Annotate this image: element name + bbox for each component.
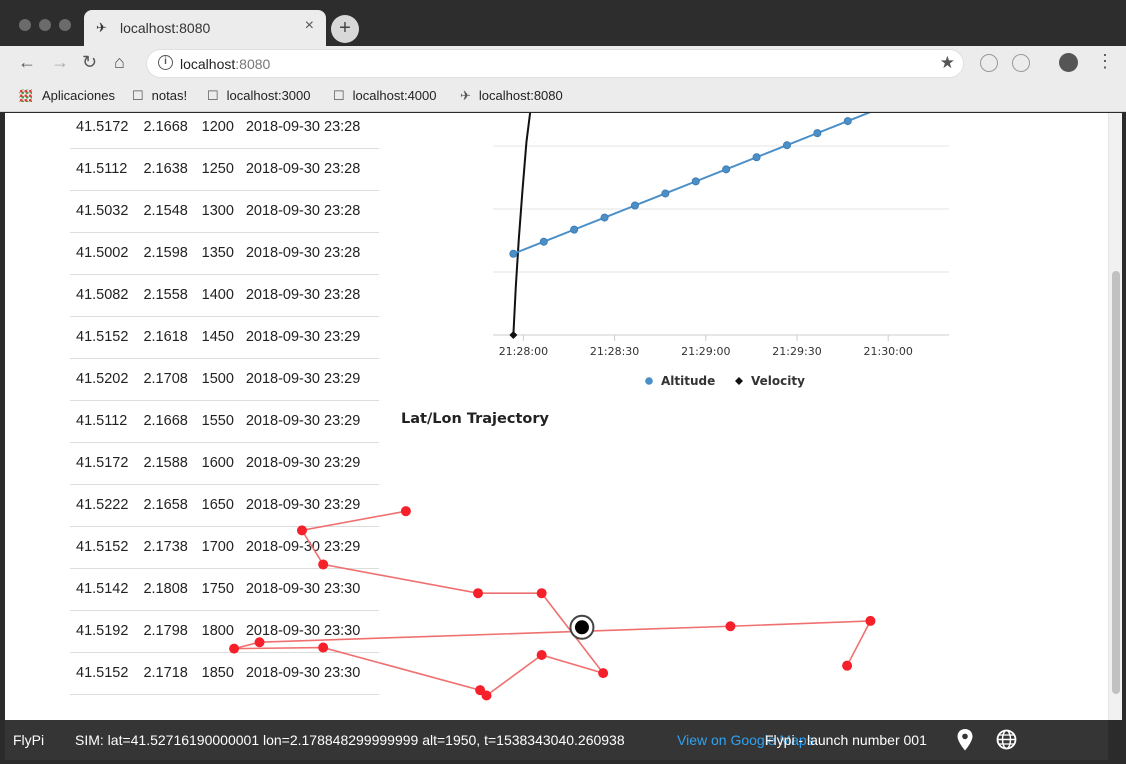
- window-minimize-button[interactable]: [39, 19, 51, 31]
- trajectory-point: [865, 615, 876, 626]
- velocity-point: [509, 331, 518, 339]
- trajectory-point: [296, 525, 307, 536]
- back-arrow-icon[interactable]: ←: [18, 52, 36, 73]
- legend-altitude-label: Altitude: [661, 374, 715, 388]
- launch-label: Flypi - launch number 001: [765, 732, 927, 748]
- x-axis-tick-label: 21:30:00: [863, 345, 912, 358]
- trajectory-path: [233, 510, 872, 697]
- reload-icon[interactable]: ↻: [82, 52, 97, 73]
- x-axis-tick-label: 21:28:30: [590, 345, 639, 358]
- bookmark-item[interactable]: ✈ localhost:8080: [460, 88, 563, 104]
- trajectory-point: [536, 588, 547, 599]
- address-bar[interactable]: i localhost:8080 ★: [146, 49, 964, 78]
- url-host: localhost: [180, 56, 236, 72]
- bookmark-label: localhost:8080: [478, 88, 563, 103]
- close-icon[interactable]: ×: [305, 17, 314, 35]
- trajectory-point: [318, 642, 329, 653]
- document-icon: ☐: [207, 88, 219, 103]
- x-axis-tick-label: 21:28:00: [499, 345, 548, 358]
- altitude-point: [691, 177, 700, 186]
- bookmark-label: notas!: [151, 88, 188, 103]
- sim-readout: SIM: lat=41.52716190000001 lon=2.1788482…: [75, 732, 625, 748]
- map-pin-icon[interactable]: [956, 728, 974, 752]
- home-icon[interactable]: ⌂: [114, 52, 125, 73]
- bookmark-label: localhost:4000: [352, 88, 437, 103]
- bookmark-star-icon[interactable]: ★: [940, 53, 955, 73]
- altitude-velocity-chart: 21:28:00 21:28:30 21:29:00 21:29:30 21:30:00…: [493, 113, 949, 388]
- trajectory-chart: [229, 506, 876, 701]
- trajectory-point: [400, 506, 411, 517]
- current-position-marker: [574, 620, 589, 635]
- profile-icon[interactable]: [1059, 53, 1078, 72]
- tab-strip: ✈ localhost:8080 × +: [0, 0, 1126, 46]
- bookmark-item[interactable]: ☐ localhost:3000: [207, 88, 311, 104]
- scrollbar-thumb[interactable]: [1112, 271, 1120, 694]
- page-scrollbar[interactable]: [1108, 113, 1122, 720]
- trajectory-point: [725, 621, 736, 632]
- forward-arrow-icon[interactable]: →: [51, 52, 69, 73]
- bookmarks-bar: Aplicaciones ☐ notas! ☐ localhost:3000 ☐ lo…: [0, 82, 1126, 112]
- trajectory-point: [229, 643, 240, 654]
- alt-cell: 1550: [195, 400, 240, 443]
- menu-dots-icon[interactable]: ⋮: [1096, 51, 1114, 72]
- trajectory-point: [318, 559, 329, 570]
- bookmark-item[interactable]: ☐ notas!: [132, 88, 187, 104]
- trajectory-point: [598, 668, 609, 679]
- legend-velocity-marker: [735, 377, 743, 385]
- new-tab-button[interactable]: +: [331, 15, 359, 43]
- bookmark-item[interactable]: ☐ localhost:4000: [333, 88, 437, 104]
- trajectory-point: [536, 650, 547, 661]
- browser-tab[interactable]: ✈ localhost:8080 ×: [84, 10, 326, 46]
- bookmark-label: Aplicaciones: [42, 88, 115, 103]
- altitude-point: [570, 225, 579, 234]
- extension-icon[interactable]: [1012, 54, 1030, 72]
- altitude-point: [630, 201, 639, 210]
- status-bar: FlyPi SIM: lat=41.52716190000001 lon=2.1…: [5, 720, 1108, 760]
- bookmark-label: localhost:3000: [226, 88, 311, 103]
- trajectory-title: Lat/Lon Trajectory: [401, 411, 549, 427]
- trajectory-point: [475, 685, 486, 696]
- address-url: localhost:8080: [180, 56, 270, 72]
- window-zoom-button[interactable]: [59, 19, 71, 31]
- window-close-button[interactable]: [19, 19, 31, 31]
- browser-window: ✈ localhost:8080 × + ← → ↻ ⌂ i localhost…: [0, 0, 1126, 764]
- lat-cell: 41.5112: [70, 400, 138, 443]
- trajectory-point: [842, 660, 853, 671]
- lon-cell: 2.1668: [137, 400, 196, 443]
- x-axis-tick-label: 21:29:30: [772, 345, 821, 358]
- document-icon: ☐: [333, 88, 345, 103]
- x-axis-tick-label: 21:29:00: [681, 345, 730, 358]
- altitude-point: [600, 213, 609, 222]
- info-icon[interactable]: i: [158, 55, 173, 70]
- page-viewport[interactable]: 41.5172 2.1668 1200 2018-09-30 23:28 41.5112…: [5, 113, 1108, 720]
- altitude-point: [722, 165, 731, 174]
- table-row: 41.5112 2.1668 1550 2018-09-30 23:29: [70, 400, 379, 443]
- browser-toolbar: ← → ↻ ⌂ i localhost:8080 ★ ⋮: [0, 46, 1126, 82]
- trajectory-point: [473, 588, 484, 599]
- app-brand[interactable]: FlyPi: [13, 732, 44, 748]
- extension-icon[interactable]: [980, 54, 998, 72]
- trajectory-point: [254, 637, 265, 648]
- altitude-point: [539, 237, 548, 246]
- document-icon: ☐: [132, 88, 144, 103]
- rocket-icon: ✈: [460, 88, 471, 103]
- altitude-point: [661, 189, 670, 198]
- time-cell: 2018-09-30 23:29: [239, 400, 379, 443]
- url-port: :8080: [235, 56, 271, 72]
- altitude-point: [752, 153, 761, 162]
- altitude-point: [843, 117, 852, 126]
- altitude-point: [509, 249, 518, 258]
- rocket-icon: ✈: [96, 20, 107, 35]
- altitude-point: [813, 129, 822, 138]
- tab-title: localhost:8080: [120, 20, 211, 36]
- altitude-point: [782, 141, 791, 150]
- bookmark-item[interactable]: Aplicaciones: [19, 88, 115, 103]
- apps-grid-icon: [19, 89, 32, 102]
- legend-altitude-marker: [645, 377, 653, 385]
- legend-velocity-label: Velocity: [751, 374, 805, 388]
- globe-icon[interactable]: [996, 729, 1017, 750]
